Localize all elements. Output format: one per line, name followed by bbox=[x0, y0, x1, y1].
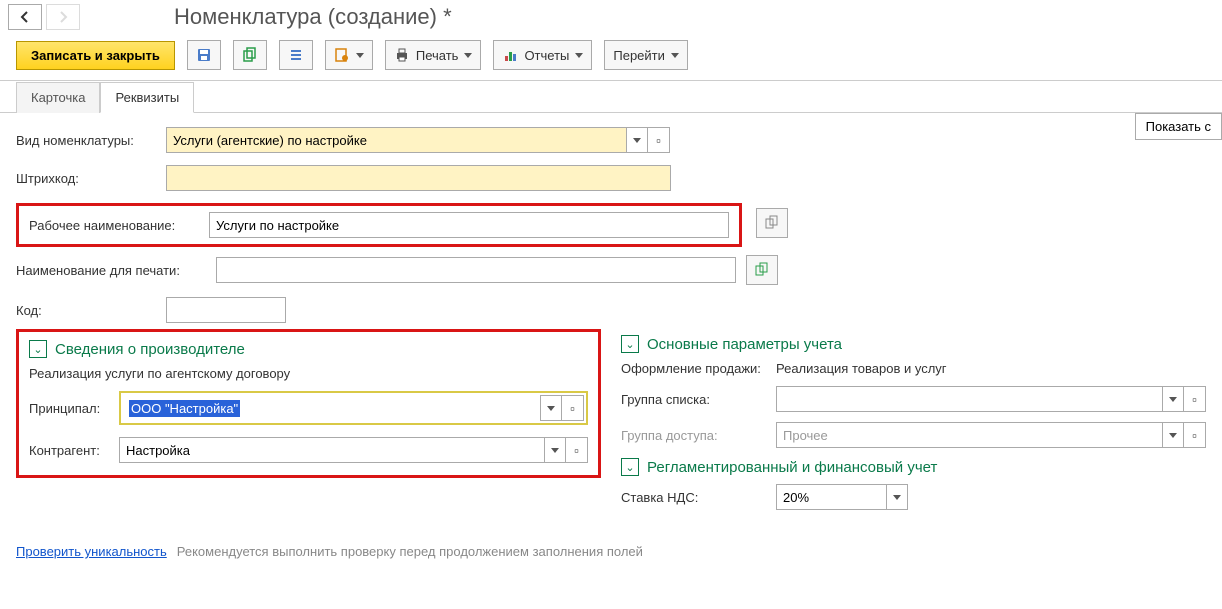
page-title: Номенклатура (создание) * bbox=[174, 4, 452, 30]
collapse-icon: ⌄ bbox=[29, 340, 47, 358]
vat-label: Ставка НДС: bbox=[621, 490, 776, 505]
print-label: Печать bbox=[416, 48, 459, 63]
barcode-label: Штрихкод: bbox=[16, 171, 166, 186]
type-open-button[interactable]: ▫ bbox=[648, 127, 670, 153]
principal-label: Принципал: bbox=[29, 401, 119, 416]
chevron-down-icon bbox=[356, 53, 364, 58]
counterparty-label: Контрагент: bbox=[29, 443, 119, 458]
copy-button[interactable] bbox=[233, 40, 267, 70]
collapse-icon: ⌄ bbox=[621, 335, 639, 353]
printname-input[interactable] bbox=[216, 257, 736, 283]
code-input[interactable] bbox=[166, 297, 286, 323]
code-label: Код: bbox=[16, 303, 166, 318]
reports-dropdown[interactable]: Отчеты bbox=[493, 40, 592, 70]
nav-back-button[interactable] bbox=[8, 4, 42, 30]
check-hint: Рекомендуется выполнить проверку перед п… bbox=[177, 544, 643, 559]
sale-label: Оформление продажи: bbox=[621, 361, 776, 376]
type-label: Вид номенклатуры: bbox=[16, 133, 166, 148]
chevron-down-icon bbox=[575, 53, 583, 58]
print-dropdown[interactable]: Печать bbox=[385, 40, 482, 70]
group-input[interactable] bbox=[776, 386, 1162, 412]
principal-open-button[interactable]: ▫ bbox=[562, 395, 584, 421]
principal-input[interactable]: ООО "Настройка" bbox=[123, 395, 540, 421]
workname-label: Рабочее наименование: bbox=[29, 218, 209, 233]
manufacturer-section-header[interactable]: ⌄ Сведения о производителе bbox=[29, 340, 588, 358]
accounting-section-header[interactable]: ⌄ Основные параметры учета bbox=[621, 335, 1206, 353]
vat-dropdown-button[interactable] bbox=[886, 484, 908, 510]
group-dropdown-button[interactable] bbox=[1162, 386, 1184, 412]
counterparty-dropdown-button[interactable] bbox=[544, 437, 566, 463]
principal-value: ООО "Настройка" bbox=[129, 400, 240, 417]
manufacturer-subtitle: Реализация услуги по агентскому договору bbox=[29, 366, 588, 381]
chevron-down-icon bbox=[671, 53, 679, 58]
access-open-button: ▫ bbox=[1184, 422, 1206, 448]
type-dropdown-button[interactable] bbox=[626, 127, 648, 153]
counterparty-input[interactable] bbox=[119, 437, 544, 463]
collapse-icon: ⌄ bbox=[621, 458, 639, 476]
workname-input[interactable] bbox=[209, 212, 729, 238]
counterparty-open-button[interactable]: ▫ bbox=[566, 437, 588, 463]
vat-input[interactable] bbox=[776, 484, 886, 510]
accounting-title: Основные параметры учета bbox=[647, 336, 842, 353]
regulated-title: Регламентированный и финансовый учет bbox=[647, 459, 937, 476]
goto-dropdown[interactable]: Перейти bbox=[604, 40, 688, 70]
printname-action-button[interactable] bbox=[746, 255, 778, 285]
sale-value: Реализация товаров и услуг bbox=[776, 361, 947, 376]
regulated-section-header[interactable]: ⌄ Регламентированный и финансовый учет bbox=[621, 458, 1206, 476]
reports-label: Отчеты bbox=[524, 48, 569, 63]
tab-card[interactable]: Карточка bbox=[16, 82, 100, 113]
group-open-button[interactable]: ▫ bbox=[1184, 386, 1206, 412]
type-input[interactable] bbox=[166, 127, 626, 153]
tab-details[interactable]: Реквизиты bbox=[100, 82, 194, 113]
chevron-down-icon bbox=[464, 53, 472, 58]
access-label: Группа доступа: bbox=[621, 428, 776, 443]
access-input bbox=[776, 422, 1162, 448]
nav-forward-button bbox=[46, 4, 80, 30]
save-button[interactable] bbox=[187, 40, 221, 70]
write-close-button[interactable]: Записать и закрыть bbox=[16, 41, 175, 70]
access-dropdown-button bbox=[1162, 422, 1184, 448]
structure-dropdown[interactable] bbox=[325, 40, 373, 70]
show-all-button[interactable]: Показать с bbox=[1135, 113, 1222, 140]
barcode-input[interactable] bbox=[166, 165, 671, 191]
principal-dropdown-button[interactable] bbox=[540, 395, 562, 421]
check-uniqueness-link[interactable]: Проверить уникальность bbox=[16, 544, 167, 559]
printname-label: Наименование для печати: bbox=[16, 263, 216, 278]
list-button[interactable] bbox=[279, 40, 313, 70]
group-label: Группа списка: bbox=[621, 392, 776, 407]
goto-label: Перейти bbox=[613, 48, 665, 63]
workname-action-button[interactable] bbox=[756, 208, 788, 238]
manufacturer-title: Сведения о производителе bbox=[55, 341, 245, 358]
